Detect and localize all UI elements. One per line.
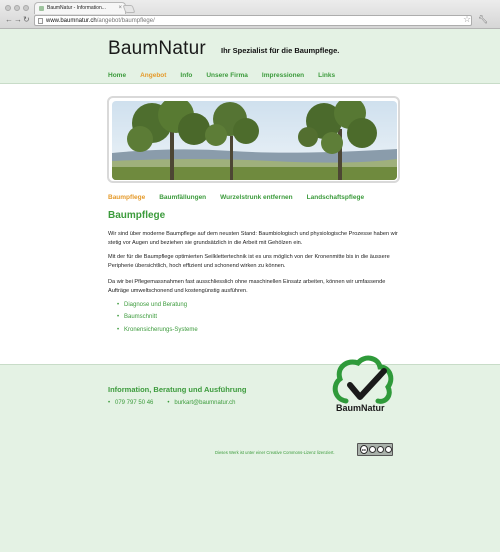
forward-arrow-icon[interactable]: →	[14, 15, 22, 25]
nav-home[interactable]: Home	[108, 72, 126, 79]
browser-tab[interactable]: BaumNatur - Information... ×	[34, 2, 126, 14]
close-window-icon[interactable]	[5, 5, 11, 11]
nav-info[interactable]: Info	[180, 72, 192, 79]
footer-logo-text: BaumNatur	[336, 403, 385, 413]
subnav-baumpflege[interactable]: Baumpflege	[108, 194, 145, 201]
address-bar[interactable]: www.baumnatur.ch/angebot/baumpflege/	[34, 15, 472, 26]
main-navigation: Home Angebot Info Unsere Firma Impressio…	[108, 72, 349, 79]
reload-icon[interactable]: ↻	[23, 15, 30, 25]
creative-commons-badge[interactable]: cc	[357, 443, 393, 456]
page-title: Baumpflege	[108, 210, 166, 221]
tab-title: BaumNatur - Information...	[47, 5, 106, 11]
url-host: www.baumnatur.ch	[46, 18, 97, 24]
link-baumschnitt[interactable]: Baumschnitt	[117, 311, 198, 324]
minimize-window-icon[interactable]	[14, 5, 20, 11]
link-kronensicherung[interactable]: Kronensicherungs-Systeme	[117, 324, 198, 337]
service-link-list: Diagnose und Beratung Baumschnitt Kronen…	[117, 299, 198, 336]
browser-chrome: BaumNatur - Information... × ← → ↻ www.b…	[0, 0, 500, 29]
link-diagnose-beratung[interactable]: Diagnose und Beratung	[117, 299, 198, 312]
new-tab-button[interactable]	[122, 5, 136, 13]
site-logo[interactable]: BaumNatur	[108, 38, 206, 60]
subnav-wurzelstrunk[interactable]: Wurzelstrunk entfernen	[220, 194, 292, 201]
window-controls[interactable]	[5, 5, 29, 11]
back-arrow-icon[interactable]: ←	[5, 15, 13, 25]
noderivs-icon	[385, 446, 392, 453]
hero-image	[107, 96, 400, 183]
page-icon	[38, 18, 43, 24]
attribution-icon	[369, 446, 376, 453]
subnav-landschaftspflege[interactable]: Landschaftspflege	[307, 194, 364, 201]
footer-phone: 079 797 50 46	[108, 400, 153, 406]
license-text[interactable]: Dieses Werk ist unter einer Creative Com…	[215, 450, 335, 455]
subnav-baumfaellungen[interactable]: Baumfällungen	[159, 194, 206, 201]
zoom-window-icon[interactable]	[23, 5, 29, 11]
bookmark-star-icon[interactable]: ☆	[463, 14, 471, 25]
site-tagline: Ihr Spezialist für die Baumpflege.	[221, 46, 340, 55]
trees-photo	[112, 101, 397, 180]
paragraph-3: Da wir bei Pflegemassnahmen fast ausschl…	[108, 279, 386, 294]
nav-links[interactable]: Links	[318, 72, 335, 79]
nav-angebot[interactable]: Angebot	[140, 72, 166, 79]
footer-email[interactable]: burkart@baumnatur.ch	[167, 400, 235, 406]
url-path: /angebot/baumpflege/	[96, 18, 155, 24]
paragraph-2: Mit der für die Baumpflege optimierten S…	[108, 254, 390, 269]
noncommercial-icon	[377, 446, 384, 453]
favicon-icon	[39, 6, 44, 11]
tab-close-icon[interactable]: ×	[118, 3, 122, 14]
nav-impressionen[interactable]: Impressionen	[262, 72, 304, 79]
cc-icon: cc	[360, 445, 368, 454]
nav-unsere-firma[interactable]: Unsere Firma	[206, 72, 248, 79]
wrench-icon[interactable]: 🔧︎	[478, 15, 488, 24]
footer-contact: 079 797 50 46 burkart@baumnatur.ch	[108, 400, 250, 406]
paragraph-1: Wir sind über moderne Baumpflege auf dem…	[108, 231, 398, 246]
sub-navigation: Baumpflege Baumfällungen Wurzelstrunk en…	[108, 194, 378, 201]
footer-title: Information, Beratung und Ausführung	[108, 385, 247, 394]
